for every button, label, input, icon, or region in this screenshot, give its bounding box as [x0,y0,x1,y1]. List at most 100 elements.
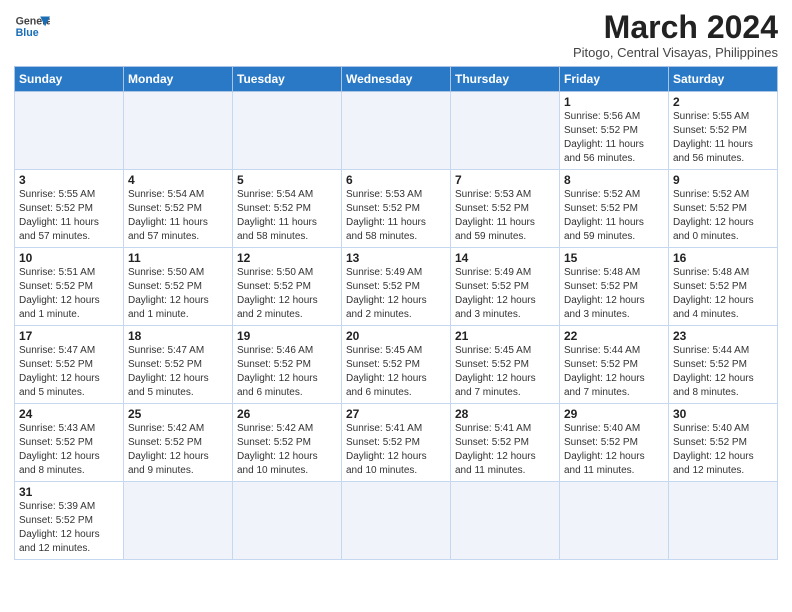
calendar-day-27: 27Sunrise: 5:41 AM Sunset: 5:52 PM Dayli… [342,404,451,482]
day-info: Sunrise: 5:49 AM Sunset: 5:52 PM Dayligh… [346,266,446,322]
calendar-day-empty [669,482,778,560]
calendar-day-3: 3Sunrise: 5:55 AM Sunset: 5:52 PM Daylig… [15,170,124,248]
calendar-day-23: 23Sunrise: 5:44 AM Sunset: 5:52 PM Dayli… [669,326,778,404]
day-number: 28 [455,407,555,421]
calendar-day-empty [560,482,669,560]
day-number: 5 [237,173,337,187]
calendar-day-24: 24Sunrise: 5:43 AM Sunset: 5:52 PM Dayli… [15,404,124,482]
weekday-sunday: Sunday [15,67,124,92]
calendar-day-28: 28Sunrise: 5:41 AM Sunset: 5:52 PM Dayli… [451,404,560,482]
day-info: Sunrise: 5:47 AM Sunset: 5:52 PM Dayligh… [19,344,119,400]
calendar-day-25: 25Sunrise: 5:42 AM Sunset: 5:52 PM Dayli… [124,404,233,482]
logo-icon: General Blue [14,10,50,46]
day-info: Sunrise: 5:41 AM Sunset: 5:52 PM Dayligh… [455,422,555,478]
day-number: 3 [19,173,119,187]
calendar-day-2: 2Sunrise: 5:55 AM Sunset: 5:52 PM Daylig… [669,92,778,170]
day-number: 31 [19,485,119,499]
calendar-day-10: 10Sunrise: 5:51 AM Sunset: 5:52 PM Dayli… [15,248,124,326]
day-number: 24 [19,407,119,421]
calendar-day-empty [15,92,124,170]
day-info: Sunrise: 5:42 AM Sunset: 5:52 PM Dayligh… [128,422,228,478]
day-info: Sunrise: 5:54 AM Sunset: 5:52 PM Dayligh… [128,188,228,244]
day-info: Sunrise: 5:44 AM Sunset: 5:52 PM Dayligh… [673,344,773,400]
calendar-day-20: 20Sunrise: 5:45 AM Sunset: 5:52 PM Dayli… [342,326,451,404]
day-info: Sunrise: 5:56 AM Sunset: 5:52 PM Dayligh… [564,110,664,166]
day-info: Sunrise: 5:41 AM Sunset: 5:52 PM Dayligh… [346,422,446,478]
day-number: 25 [128,407,228,421]
calendar-day-empty [233,92,342,170]
month-title: March 2024 [573,10,778,45]
day-number: 2 [673,95,773,109]
calendar-day-13: 13Sunrise: 5:49 AM Sunset: 5:52 PM Dayli… [342,248,451,326]
day-info: Sunrise: 5:50 AM Sunset: 5:52 PM Dayligh… [128,266,228,322]
weekday-header-row: SundayMondayTuesdayWednesdayThursdayFrid… [15,67,778,92]
day-info: Sunrise: 5:40 AM Sunset: 5:52 PM Dayligh… [564,422,664,478]
calendar-day-6: 6Sunrise: 5:53 AM Sunset: 5:52 PM Daylig… [342,170,451,248]
weekday-saturday: Saturday [669,67,778,92]
day-number: 17 [19,329,119,343]
day-info: Sunrise: 5:42 AM Sunset: 5:52 PM Dayligh… [237,422,337,478]
day-info: Sunrise: 5:52 AM Sunset: 5:52 PM Dayligh… [564,188,664,244]
day-number: 12 [237,251,337,265]
calendar-day-1: 1Sunrise: 5:56 AM Sunset: 5:52 PM Daylig… [560,92,669,170]
day-info: Sunrise: 5:39 AM Sunset: 5:52 PM Dayligh… [19,500,119,556]
day-number: 21 [455,329,555,343]
header: General Blue March 2024 Pitogo, Central … [14,10,778,60]
calendar-day-17: 17Sunrise: 5:47 AM Sunset: 5:52 PM Dayli… [15,326,124,404]
calendar-day-8: 8Sunrise: 5:52 AM Sunset: 5:52 PM Daylig… [560,170,669,248]
day-info: Sunrise: 5:55 AM Sunset: 5:52 PM Dayligh… [19,188,119,244]
calendar-day-empty [342,92,451,170]
calendar-week-1: 1Sunrise: 5:56 AM Sunset: 5:52 PM Daylig… [15,92,778,170]
logo: General Blue [14,10,54,46]
day-number: 10 [19,251,119,265]
weekday-friday: Friday [560,67,669,92]
day-info: Sunrise: 5:45 AM Sunset: 5:52 PM Dayligh… [346,344,446,400]
calendar-day-16: 16Sunrise: 5:48 AM Sunset: 5:52 PM Dayli… [669,248,778,326]
day-info: Sunrise: 5:47 AM Sunset: 5:52 PM Dayligh… [128,344,228,400]
day-info: Sunrise: 5:40 AM Sunset: 5:52 PM Dayligh… [673,422,773,478]
calendar-week-4: 17Sunrise: 5:47 AM Sunset: 5:52 PM Dayli… [15,326,778,404]
calendar-week-3: 10Sunrise: 5:51 AM Sunset: 5:52 PM Dayli… [15,248,778,326]
weekday-monday: Monday [124,67,233,92]
day-info: Sunrise: 5:48 AM Sunset: 5:52 PM Dayligh… [673,266,773,322]
day-info: Sunrise: 5:51 AM Sunset: 5:52 PM Dayligh… [19,266,119,322]
weekday-tuesday: Tuesday [233,67,342,92]
day-number: 16 [673,251,773,265]
day-number: 19 [237,329,337,343]
day-number: 15 [564,251,664,265]
day-info: Sunrise: 5:50 AM Sunset: 5:52 PM Dayligh… [237,266,337,322]
day-number: 6 [346,173,446,187]
calendar-day-empty [342,482,451,560]
calendar-table: SundayMondayTuesdayWednesdayThursdayFrid… [14,66,778,560]
calendar-week-6: 31Sunrise: 5:39 AM Sunset: 5:52 PM Dayli… [15,482,778,560]
calendar-day-11: 11Sunrise: 5:50 AM Sunset: 5:52 PM Dayli… [124,248,233,326]
calendar-day-empty [124,482,233,560]
day-info: Sunrise: 5:43 AM Sunset: 5:52 PM Dayligh… [19,422,119,478]
calendar-page: General Blue March 2024 Pitogo, Central … [0,0,792,612]
calendar-day-26: 26Sunrise: 5:42 AM Sunset: 5:52 PM Dayli… [233,404,342,482]
weekday-thursday: Thursday [451,67,560,92]
calendar-day-22: 22Sunrise: 5:44 AM Sunset: 5:52 PM Dayli… [560,326,669,404]
day-number: 11 [128,251,228,265]
day-info: Sunrise: 5:46 AM Sunset: 5:52 PM Dayligh… [237,344,337,400]
day-number: 4 [128,173,228,187]
subtitle: Pitogo, Central Visayas, Philippines [573,45,778,60]
calendar-day-31: 31Sunrise: 5:39 AM Sunset: 5:52 PM Dayli… [15,482,124,560]
title-block: March 2024 Pitogo, Central Visayas, Phil… [573,10,778,60]
day-info: Sunrise: 5:45 AM Sunset: 5:52 PM Dayligh… [455,344,555,400]
calendar-day-18: 18Sunrise: 5:47 AM Sunset: 5:52 PM Dayli… [124,326,233,404]
calendar-day-14: 14Sunrise: 5:49 AM Sunset: 5:52 PM Dayli… [451,248,560,326]
day-number: 23 [673,329,773,343]
day-info: Sunrise: 5:48 AM Sunset: 5:52 PM Dayligh… [564,266,664,322]
calendar-day-9: 9Sunrise: 5:52 AM Sunset: 5:52 PM Daylig… [669,170,778,248]
calendar-week-5: 24Sunrise: 5:43 AM Sunset: 5:52 PM Dayli… [15,404,778,482]
day-number: 9 [673,173,773,187]
calendar-day-29: 29Sunrise: 5:40 AM Sunset: 5:52 PM Dayli… [560,404,669,482]
calendar-day-19: 19Sunrise: 5:46 AM Sunset: 5:52 PM Dayli… [233,326,342,404]
day-number: 14 [455,251,555,265]
calendar-day-7: 7Sunrise: 5:53 AM Sunset: 5:52 PM Daylig… [451,170,560,248]
day-number: 27 [346,407,446,421]
svg-text:Blue: Blue [16,27,39,39]
calendar-day-30: 30Sunrise: 5:40 AM Sunset: 5:52 PM Dayli… [669,404,778,482]
calendar-day-empty [451,482,560,560]
